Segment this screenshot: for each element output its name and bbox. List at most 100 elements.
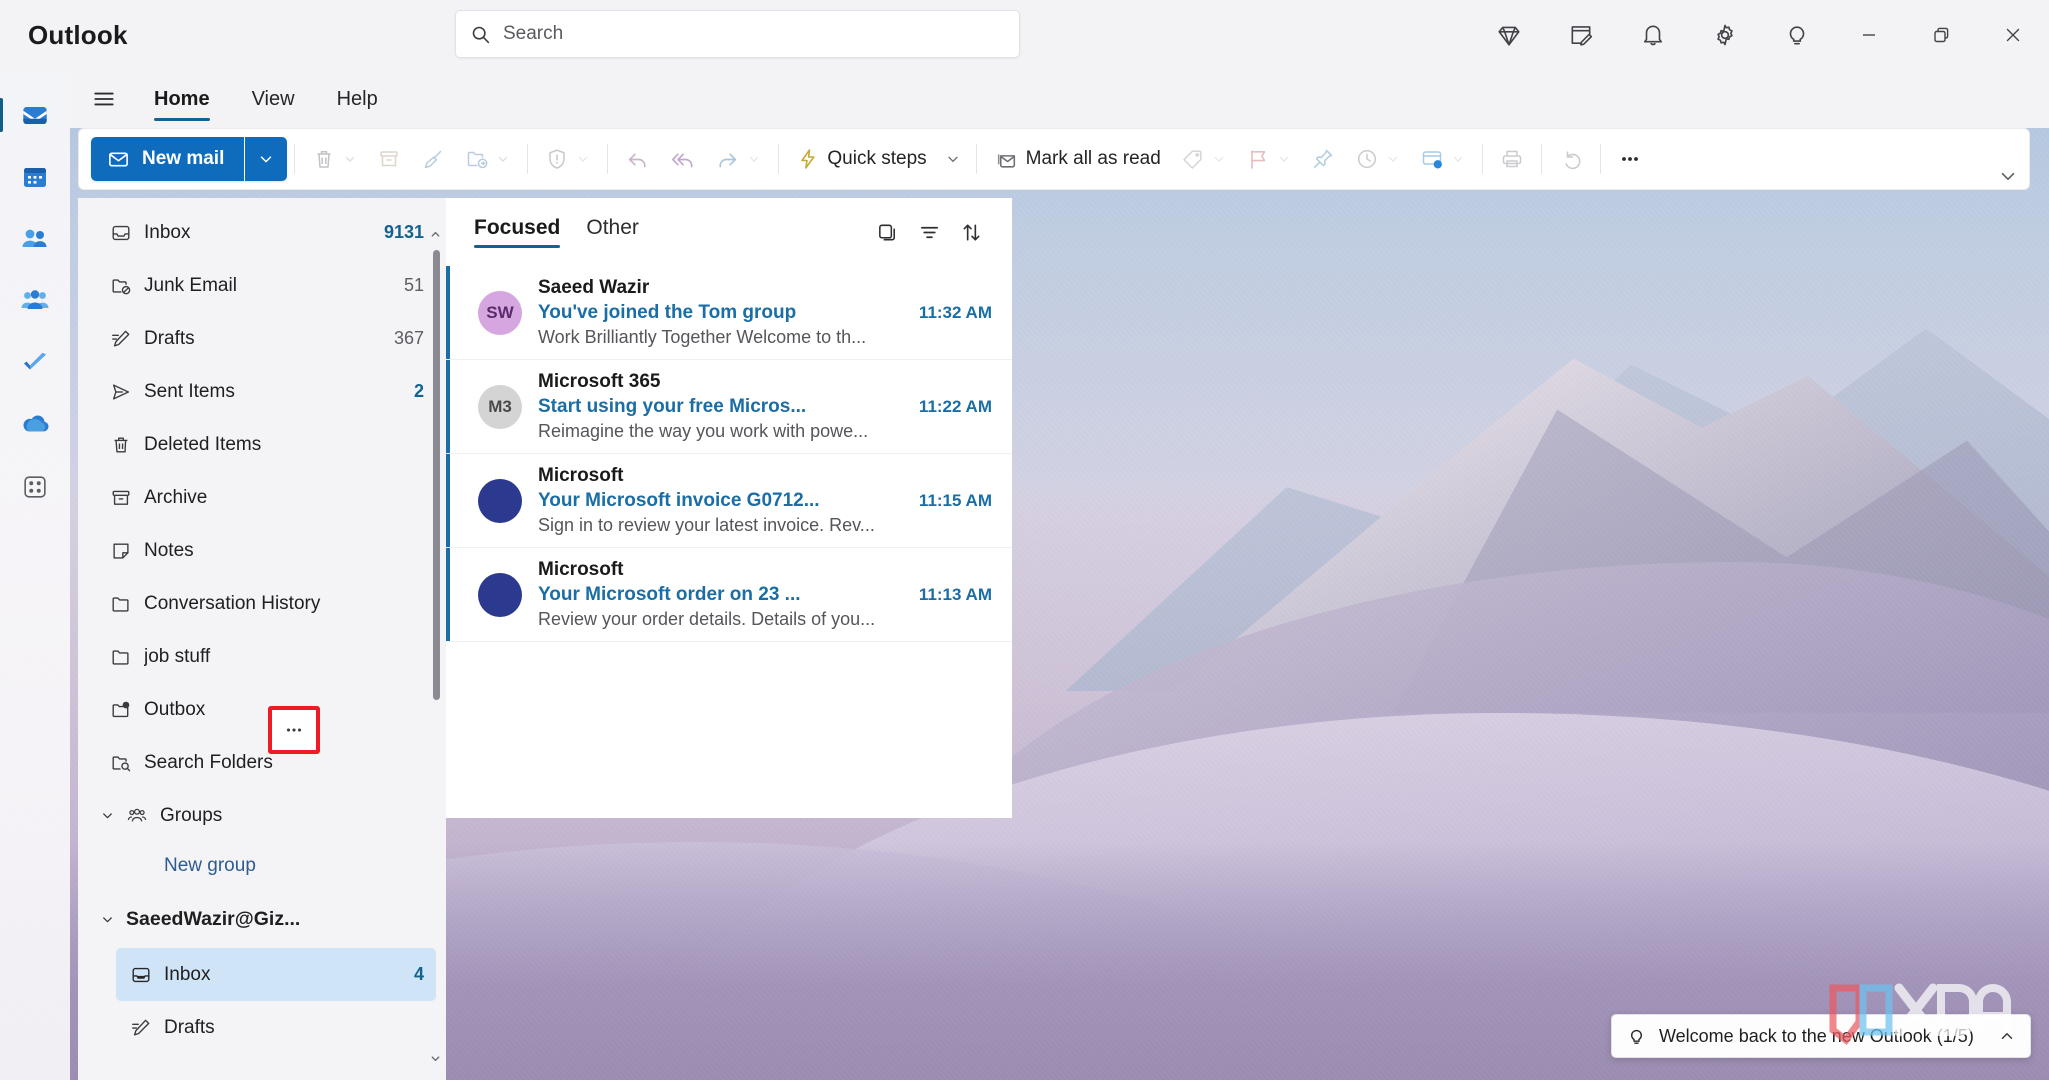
rail-people[interactable]: [7, 208, 63, 270]
message-row[interactable]: Microsoft Your Microsoft invoice G0712..…: [446, 454, 1012, 548]
new-mail-main[interactable]: New mail: [91, 137, 245, 181]
chevron-up-icon[interactable]: [1998, 1027, 2016, 1045]
bell-icon[interactable]: [1617, 0, 1689, 70]
chevron-down-icon[interactable]: [100, 808, 126, 823]
reply-icon: [625, 147, 650, 172]
welcome-toast[interactable]: Welcome back to the new Outlook (1/5): [1611, 1014, 2031, 1058]
restore-button[interactable]: [1905, 0, 1977, 70]
quick-steps-dropdown-button[interactable]: [937, 136, 969, 182]
archive-icon: [110, 487, 144, 509]
chevron-down-icon: [947, 156, 958, 163]
broom-icon: [421, 147, 445, 171]
flag-button[interactable]: [1236, 136, 1301, 182]
note-edit-icon[interactable]: [1545, 0, 1617, 70]
rules-icon: [1420, 147, 1444, 171]
undo-button[interactable]: [1549, 136, 1593, 182]
ribbon-collapse-button[interactable]: [1997, 165, 2019, 187]
delete-button[interactable]: [302, 136, 367, 182]
forward-icon: [715, 147, 740, 172]
search-input[interactable]: [503, 23, 1005, 45]
folder-notes[interactable]: Notes: [96, 524, 436, 577]
premium-diamond-icon[interactable]: [1473, 0, 1545, 70]
account-folder-inbox[interactable]: Inbox 4: [116, 948, 436, 1001]
rail-calendar[interactable]: [7, 146, 63, 208]
folder-job-stuff[interactable]: job stuff: [96, 630, 436, 683]
filter-icon[interactable]: [908, 211, 950, 253]
print-button[interactable]: [1490, 136, 1534, 182]
rules-button[interactable]: [1410, 136, 1475, 182]
junk-folder-icon: [110, 275, 144, 297]
tab-view[interactable]: View: [234, 75, 313, 123]
clock-icon: [1355, 147, 1379, 171]
message-time: 11:13 AM: [918, 585, 992, 604]
conversation-view-icon[interactable]: [866, 211, 908, 253]
rail-todo[interactable]: [7, 332, 63, 394]
new-mail-dropdown-button[interactable]: [245, 137, 288, 181]
folder-search-folders[interactable]: Search Folders: [96, 736, 436, 789]
hamburger-menu-icon[interactable]: [78, 75, 130, 123]
account-folder-drafts[interactable]: Drafts: [116, 1001, 436, 1054]
trash-icon: [110, 434, 144, 456]
gear-icon[interactable]: [1689, 0, 1761, 70]
tab-home[interactable]: Home: [136, 75, 228, 123]
reply-all-button[interactable]: [660, 136, 705, 182]
tab-help[interactable]: Help: [319, 75, 396, 123]
account-section-header[interactable]: SaeedWazir@Giz...: [86, 890, 436, 948]
avatar: M3: [478, 384, 522, 429]
folder-sent-items[interactable]: Sent Items 2: [96, 365, 436, 418]
rail-mail[interactable]: [0, 84, 63, 146]
avatar: [478, 572, 522, 617]
reply-button[interactable]: [615, 136, 660, 182]
groups-section-header[interactable]: Groups: [86, 789, 436, 842]
tag-button[interactable]: [1171, 136, 1236, 182]
move-to-button[interactable]: [455, 136, 520, 182]
search-box[interactable]: [455, 10, 1020, 58]
pivot-focused[interactable]: Focused: [474, 216, 561, 248]
account-more-options-highlight[interactable]: [268, 706, 320, 754]
search-icon: [470, 24, 491, 45]
message-row[interactable]: M3 Microsoft 365 Start using your free M…: [446, 360, 1012, 454]
folder-sent-items-label: Sent Items: [144, 380, 235, 402]
message-row[interactable]: SW Saeed Wazir You've joined the Tom gro…: [446, 266, 1012, 360]
rail-apps[interactable]: [7, 456, 63, 518]
trash-icon: [312, 147, 336, 171]
message-list: Focused Other SW Saeed Wazir You've join…: [446, 198, 1012, 818]
folder-scroll-down-arrow[interactable]: [429, 1052, 441, 1064]
chevron-down-icon[interactable]: [100, 912, 126, 927]
folder-deleted-items[interactable]: Deleted Items: [96, 418, 436, 471]
new-group-button[interactable]: New group: [78, 842, 446, 890]
quick-steps-button[interactable]: Quick steps: [786, 136, 936, 182]
report-button[interactable]: [535, 136, 600, 182]
pivot-other[interactable]: Other: [586, 216, 639, 248]
folder-icon: [110, 593, 144, 615]
folder-outbox[interactable]: Outbox: [96, 683, 436, 736]
rail-groups[interactable]: [7, 270, 63, 332]
folder-deleted-items-label: Deleted Items: [144, 433, 262, 455]
message-row[interactable]: Microsoft Your Microsoft order on 23 ...…: [446, 548, 1012, 642]
folder-scroll-up-arrow[interactable]: [429, 228, 441, 240]
ribbon-divider: [527, 144, 529, 174]
new-mail-button[interactable]: New mail: [91, 137, 288, 181]
folder-junk-email[interactable]: Junk Email 51: [96, 259, 436, 312]
close-button[interactable]: [1977, 0, 2049, 70]
pin-button[interactable]: [1301, 136, 1345, 182]
folder-drafts[interactable]: Drafts 367: [96, 312, 436, 365]
minimize-button[interactable]: [1833, 0, 1905, 70]
message-subject-row: Your Microsoft order on 23 ... 11:13 AM: [538, 584, 992, 606]
sweep-button[interactable]: [411, 136, 455, 182]
lightbulb-icon[interactable]: [1761, 0, 1833, 70]
sort-icon[interactable]: [950, 211, 992, 253]
people-icon: [126, 805, 160, 827]
ellipsis-icon[interactable]: [283, 719, 305, 741]
message-subject-row: Your Microsoft invoice G0712... 11:15 AM: [538, 490, 992, 512]
folder-pane-scrollbar[interactable]: [433, 250, 440, 700]
mark-all-as-read-button[interactable]: Mark all as read: [984, 136, 1171, 182]
archive-button[interactable]: [367, 136, 411, 182]
forward-button[interactable]: [705, 136, 771, 182]
folder-inbox[interactable]: Inbox 9131: [96, 206, 436, 259]
snooze-button[interactable]: [1345, 136, 1410, 182]
rail-onedrive[interactable]: [7, 394, 63, 456]
more-commands-button[interactable]: [1608, 136, 1652, 182]
folder-archive[interactable]: Archive: [96, 471, 436, 524]
folder-conversation-history[interactable]: Conversation History: [96, 577, 436, 630]
